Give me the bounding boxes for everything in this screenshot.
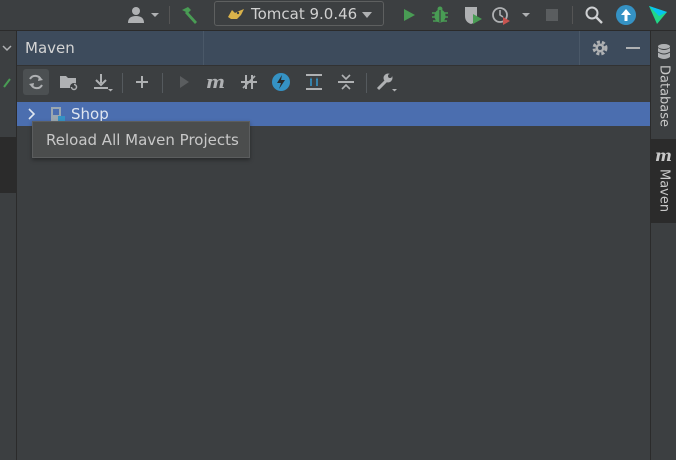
coverage-icon bbox=[465, 7, 482, 24]
svg-text:m: m bbox=[655, 147, 672, 165]
show-dependencies-button[interactable] bbox=[301, 69, 327, 95]
wrench-icon bbox=[376, 73, 397, 92]
run-icon bbox=[404, 9, 415, 21]
user-account-button[interactable] bbox=[126, 3, 162, 27]
jetbrains-toolbox-button[interactable] bbox=[646, 3, 670, 27]
tomcat-icon bbox=[228, 8, 244, 19]
panel-title: Maven bbox=[25, 39, 75, 57]
chevron-right-icon[interactable] bbox=[26, 107, 38, 121]
pencil-icon[interactable] bbox=[2, 77, 12, 89]
execute-maven-goal-button[interactable]: m bbox=[203, 69, 229, 95]
panel-settings-button[interactable] bbox=[590, 38, 610, 58]
dependencies-icon bbox=[306, 74, 322, 90]
user-icon bbox=[128, 7, 159, 23]
run-icon bbox=[180, 76, 189, 88]
skip-tests-button[interactable] bbox=[268, 69, 294, 95]
hammer-icon bbox=[182, 7, 197, 24]
tab-maven[interactable]: m Maven bbox=[651, 139, 676, 223]
generate-sources-button[interactable] bbox=[56, 69, 82, 95]
header-divider bbox=[203, 31, 204, 65]
run-maven-build-button[interactable] bbox=[171, 69, 197, 95]
toolbar-separator bbox=[572, 6, 573, 24]
tab-maven-label: Maven bbox=[656, 169, 672, 213]
toggle-offline-mode-button[interactable] bbox=[236, 69, 262, 95]
toolbar-separator bbox=[162, 73, 163, 93]
right-tool-strip: Database m Maven bbox=[650, 31, 676, 460]
toolbar-separator bbox=[366, 73, 367, 93]
stop-button[interactable] bbox=[541, 3, 563, 27]
bug-icon bbox=[432, 6, 448, 23]
tab-database-label: Database bbox=[656, 65, 672, 128]
chevron-down-icon bbox=[362, 12, 372, 18]
maven-settings-button[interactable] bbox=[373, 69, 399, 95]
build-button[interactable] bbox=[178, 3, 202, 27]
maven-tool-window: Maven m Shop Reload All Maven Projects bbox=[17, 31, 650, 460]
stop-icon bbox=[546, 9, 558, 21]
reload-icon bbox=[29, 74, 43, 90]
debug-button[interactable] bbox=[428, 3, 452, 27]
update-arrow-icon bbox=[616, 5, 636, 25]
collapse-icon bbox=[338, 74, 354, 90]
toolbar-separator bbox=[122, 73, 123, 93]
run-with-coverage-button[interactable] bbox=[461, 3, 485, 27]
update-button[interactable] bbox=[614, 3, 638, 27]
offline-mode-icon bbox=[241, 75, 257, 89]
svg-text:m: m bbox=[206, 73, 225, 91]
tooltip: Reload All Maven Projects bbox=[32, 121, 250, 158]
maven-m-icon: m bbox=[206, 73, 225, 91]
profiler-icon bbox=[492, 7, 530, 25]
maven-m-icon: m bbox=[655, 147, 672, 165]
run-button[interactable] bbox=[398, 3, 420, 27]
toolbar-separator bbox=[169, 6, 170, 24]
gear-icon bbox=[592, 40, 608, 56]
tab-database[interactable]: Database bbox=[651, 37, 676, 137]
tooltip-text: Reload All Maven Projects bbox=[46, 131, 239, 149]
header-divider bbox=[579, 31, 580, 65]
add-maven-project-button[interactable] bbox=[129, 69, 155, 95]
folder-refresh-icon bbox=[60, 76, 78, 91]
editor-tab-band bbox=[0, 137, 16, 193]
database-icon bbox=[657, 44, 671, 59]
chevron-down-icon[interactable] bbox=[2, 43, 12, 53]
toolbox-logo-icon bbox=[649, 6, 667, 24]
left-tool-strip bbox=[0, 31, 17, 460]
profile-button[interactable] bbox=[490, 3, 534, 27]
reload-all-projects-button[interactable] bbox=[23, 69, 49, 95]
plus-icon bbox=[136, 76, 148, 88]
download-icon bbox=[94, 74, 113, 92]
search-everywhere-button[interactable] bbox=[582, 3, 606, 27]
minimize-icon bbox=[626, 47, 640, 49]
collapse-all-button[interactable] bbox=[333, 69, 359, 95]
run-config-label: Tomcat 9.0.46 bbox=[251, 4, 358, 23]
maven-toolbar: m bbox=[17, 66, 650, 100]
search-icon bbox=[585, 6, 603, 24]
main-toolbar: Tomcat 9.0.46 bbox=[0, 0, 676, 31]
maven-module-icon bbox=[51, 107, 65, 121]
hide-panel-button[interactable] bbox=[623, 38, 643, 58]
panel-header: Maven bbox=[17, 31, 650, 66]
run-configuration-selector[interactable]: Tomcat 9.0.46 bbox=[214, 1, 384, 26]
lightning-icon bbox=[272, 73, 290, 91]
download-sources-button[interactable] bbox=[89, 69, 115, 95]
